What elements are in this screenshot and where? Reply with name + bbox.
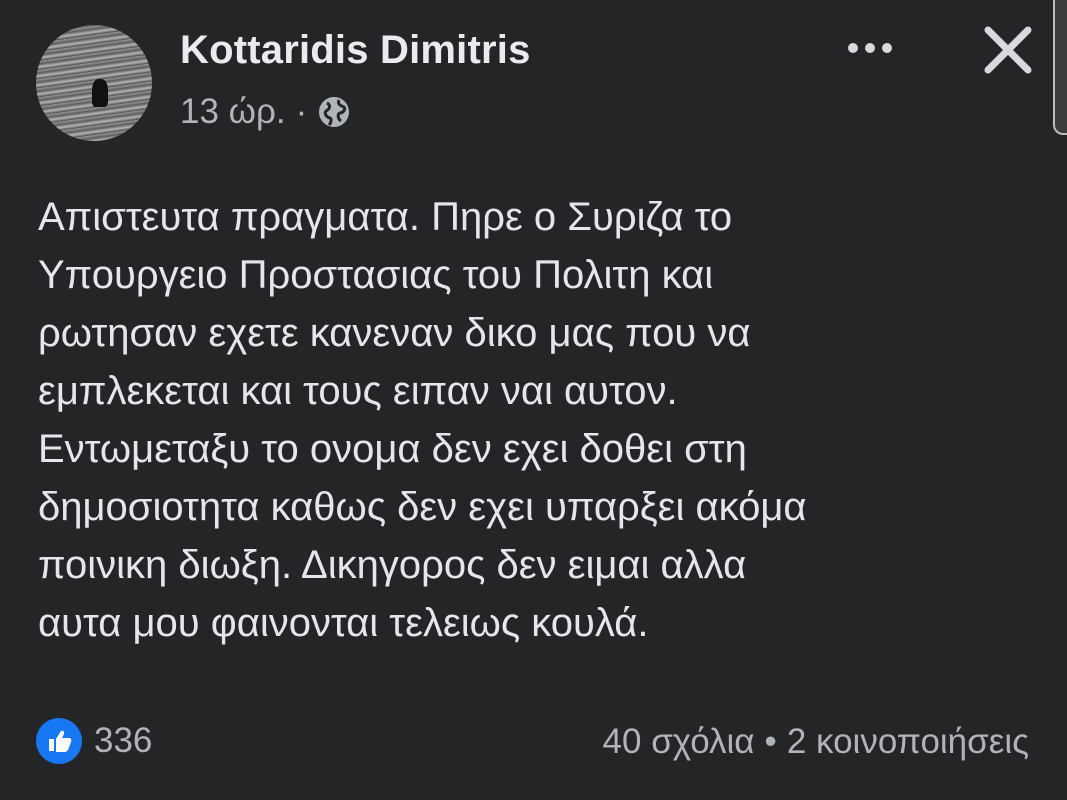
author-name[interactable]: Kottaridis Dimitris xyxy=(180,28,531,73)
avatar[interactable] xyxy=(36,25,152,141)
close-button[interactable] xyxy=(980,22,1036,78)
scrollbar[interactable] xyxy=(1053,0,1067,135)
shares-count[interactable]: 2 κοινοποιήσεις xyxy=(787,722,1029,762)
post-time[interactable]: 13 ώρ. xyxy=(180,92,286,132)
post-card: Kottaridis Dimitris 13 ώρ. · Απιστευτα π… xyxy=(0,0,1067,800)
more-icon xyxy=(848,43,858,53)
meta-separator: · xyxy=(295,92,308,131)
close-icon xyxy=(984,26,1032,74)
post-text: Απιστευτα πραγματα. Πηρε ο Συριζα το Υπο… xyxy=(38,195,807,645)
more-icon-dot xyxy=(882,43,892,53)
more-icon-dot xyxy=(865,43,875,53)
post-meta: 13 ώρ. · xyxy=(180,92,351,132)
like-icon xyxy=(36,718,82,764)
more-options-button[interactable] xyxy=(840,28,900,68)
like-count: 336 xyxy=(94,721,153,760)
engagement-counts: 40 σχόλια • 2 κοινοποιήσεις xyxy=(603,722,1029,762)
avatar-photo-subject xyxy=(92,79,108,107)
engagement-separator: • xyxy=(764,722,777,761)
globe-icon[interactable] xyxy=(317,95,351,129)
reactions-summary[interactable]: 336 xyxy=(36,718,152,764)
comments-count[interactable]: 40 σχόλια xyxy=(603,722,755,762)
